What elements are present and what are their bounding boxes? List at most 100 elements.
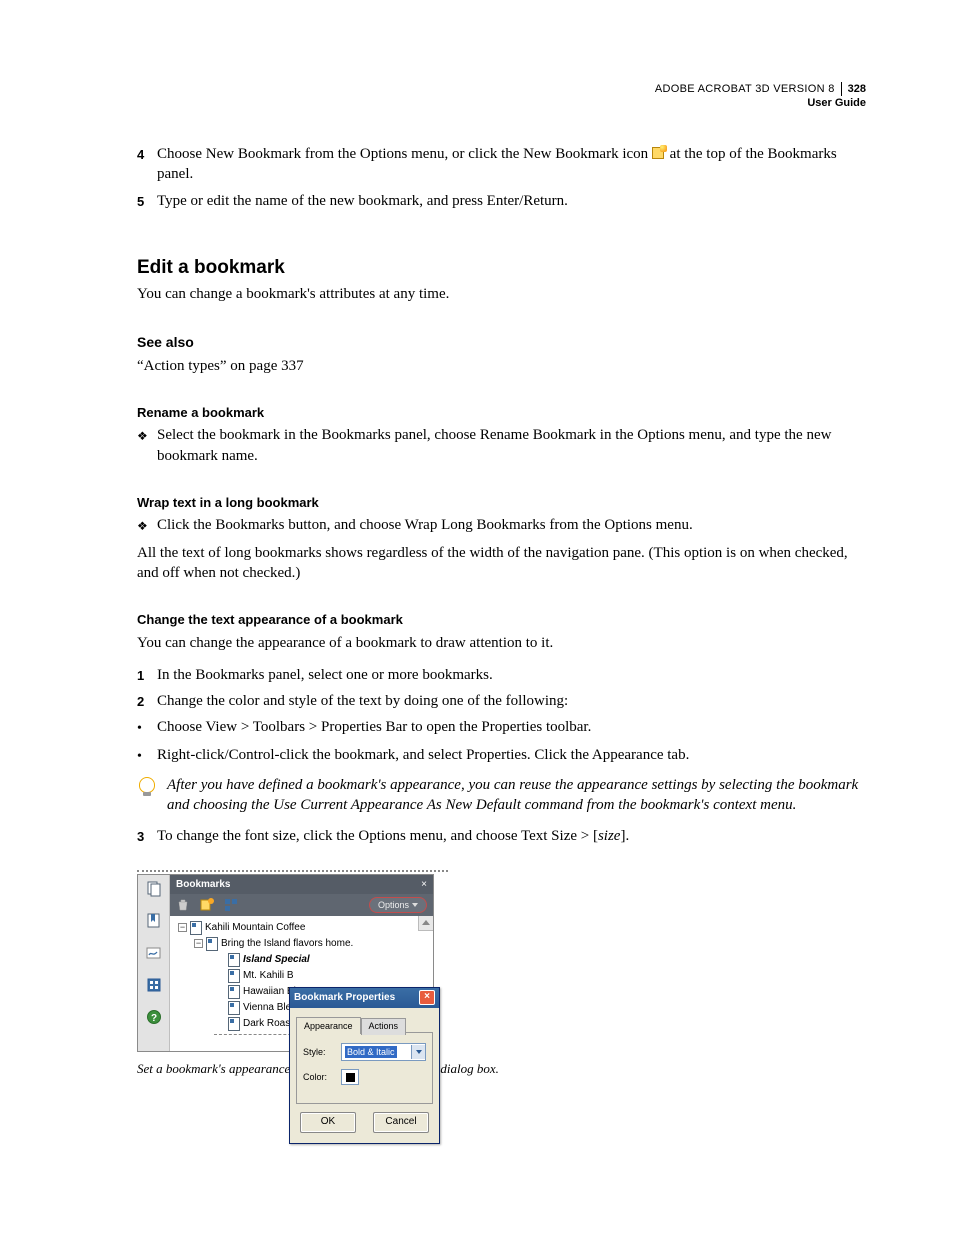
step-text: Change the color and style of the text b… <box>157 691 866 711</box>
step-1: 1 In the Bookmarks panel, select one or … <box>137 665 866 685</box>
bookmark-page-icon <box>228 1001 240 1015</box>
step-text: Choose New Bookmark from the Options men… <box>157 146 652 162</box>
bookmark-page-icon <box>228 953 240 967</box>
paragraph: You can change a bookmark's attributes a… <box>137 284 866 304</box>
panel-title: Bookmarks <box>176 878 230 892</box>
step-text-tail: ]. <box>620 828 629 844</box>
chevron-down-icon[interactable] <box>411 1045 425 1059</box>
bookmark-properties-dialog: Bookmark Properties × Appearance Actions… <box>289 987 440 1144</box>
dialog-titlebar: Bookmark Properties × <box>290 988 439 1008</box>
bookmark-page-icon <box>190 921 202 935</box>
see-also-link[interactable]: “Action types” on page 337 <box>137 356 866 376</box>
ok-button[interactable]: OK <box>300 1112 356 1133</box>
bullet-text: Choose View > Toolbars > Properties Bar … <box>157 717 866 739</box>
step-number: 3 <box>137 826 157 846</box>
bookmark-label: Island Special <box>243 953 310 967</box>
document-body: 4 Choose New Bookmark from the Options m… <box>137 144 866 1078</box>
step-2: 2 Change the color and style of the text… <box>137 691 866 711</box>
page-header: ADOBE ACROBAT 3D VERSION 8 328 User Guide <box>655 82 866 111</box>
tip-note: After you have defined a bookmark's appe… <box>137 775 866 816</box>
step-text: In the Bookmarks panel, select one or mo… <box>157 665 866 685</box>
trash-icon[interactable] <box>176 898 190 912</box>
figure-caption: Set a bookmark's appearance in the Bookm… <box>137 1060 866 1078</box>
bookmark-page-icon <box>206 937 218 951</box>
paragraph: All the text of long bookmarks shows reg… <box>137 543 866 584</box>
new-bookmark-icon <box>652 146 666 160</box>
bookmark-page-icon <box>228 1017 240 1031</box>
help-icon[interactable]: ? <box>144 1007 164 1027</box>
tab-pane-appearance: Style: Bold & Italic Color: <box>296 1032 433 1104</box>
panel-titlebar: Bookmarks × <box>170 875 433 894</box>
lightbulb-icon <box>137 775 167 816</box>
header-guide: User Guide <box>655 96 866 110</box>
step-number: 5 <box>137 191 157 211</box>
close-icon[interactable]: × <box>421 878 427 892</box>
bullet-text: Click the Bookmarks button, and choose W… <box>157 515 866 536</box>
close-icon[interactable]: × <box>419 990 435 1005</box>
bookmark-page-icon <box>228 969 240 983</box>
bullet-text: Select the bookmark in the Bookmarks pan… <box>157 425 866 466</box>
dot-bullet-icon <box>137 745 157 767</box>
bookmark-label: Kahili Mountain Coffee <box>205 921 305 935</box>
step-3: 3 To change the font size, click the Opt… <box>137 826 866 846</box>
new-bookmark-icon[interactable] <box>200 898 214 912</box>
tree-row[interactable]: − Kahili Mountain Coffee <box>172 920 431 936</box>
step-text: Type or edit the name of the new bookmar… <box>157 191 866 211</box>
cancel-button[interactable]: Cancel <box>373 1112 429 1133</box>
svg-text:?: ? <box>150 1013 156 1024</box>
bookmark-label: Hawaiian Bl <box>243 985 296 999</box>
style-combobox[interactable]: Bold & Italic <box>341 1043 426 1061</box>
bullet-text: Right-click/Control-click the bookmark, … <box>157 745 866 767</box>
panel-toolbar: Options <box>170 894 433 916</box>
diamond-bullet-item: Click the Bookmarks button, and choose W… <box>137 515 866 536</box>
signatures-icon[interactable] <box>144 943 164 963</box>
tree-row[interactable]: Island Special <box>172 952 431 968</box>
step-number: 4 <box>137 144 157 185</box>
figure-bookmark-properties: ? Bookmarks × <box>137 870 866 1078</box>
bookmark-page-icon <box>228 985 240 999</box>
diamond-bullet-icon <box>137 425 157 466</box>
style-value: Bold & Italic <box>345 1046 397 1058</box>
expand-icon[interactable] <box>224 898 238 912</box>
pages-icon[interactable] <box>144 879 164 899</box>
step-number: 2 <box>137 691 157 711</box>
header-product: ADOBE ACROBAT 3D VERSION 8 <box>655 83 835 95</box>
bookmark-label: Bring the Island flavors home. <box>221 937 353 951</box>
tab-actions[interactable]: Actions <box>361 1018 407 1035</box>
heading-edit-bookmark: Edit a bookmark <box>137 255 866 281</box>
nav-side-icons: ? <box>138 875 170 1051</box>
color-label: Color: <box>303 1071 335 1083</box>
style-label: Style: <box>303 1046 335 1058</box>
options-label: Options <box>378 899 409 911</box>
step-5: 5 Type or edit the name of the new bookm… <box>137 191 866 211</box>
heading-wrap: Wrap text in a long bookmark <box>137 494 866 512</box>
dialog-title: Bookmark Properties <box>294 991 395 1005</box>
tree-row[interactable]: Mt. Kahili B <box>172 968 431 984</box>
heading-rename: Rename a bookmark <box>137 404 866 422</box>
dot-bullet-icon <box>137 717 157 739</box>
dot-bullet-item: Right-click/Control-click the bookmark, … <box>137 745 866 767</box>
chevron-down-icon <box>412 903 418 907</box>
page-number: 328 <box>841 82 866 96</box>
dialog-tabs: Appearance Actions <box>296 1016 433 1033</box>
collapse-toggle[interactable]: − <box>194 939 203 948</box>
heading-appearance: Change the text appearance of a bookmark <box>137 611 866 629</box>
diamond-bullet-item: Select the bookmark in the Bookmarks pan… <box>137 425 866 466</box>
tab-appearance[interactable]: Appearance <box>296 1017 361 1034</box>
bookmarks-icon[interactable] <box>144 911 164 931</box>
paragraph: You can change the appearance of a bookm… <box>137 633 866 653</box>
collapse-toggle[interactable]: − <box>178 923 187 932</box>
step-4: 4 Choose New Bookmark from the Options m… <box>137 144 866 185</box>
tree-row[interactable]: − Bring the Island flavors home. <box>172 936 431 952</box>
scroll-up-button[interactable] <box>418 916 433 931</box>
color-swatch[interactable] <box>341 1069 359 1085</box>
dot-bullet-item: Choose View > Toolbars > Properties Bar … <box>137 717 866 739</box>
options-menu-button[interactable]: Options <box>369 897 427 913</box>
diamond-bullet-icon <box>137 515 157 536</box>
attachments-icon[interactable] <box>144 975 164 995</box>
bookmark-label: Dark Roast <box>243 1017 293 1031</box>
heading-see-also: See also <box>137 333 866 352</box>
tip-text: After you have defined a bookmark's appe… <box>167 775 866 816</box>
bookmark-label: Mt. Kahili B <box>243 969 294 983</box>
step-number: 1 <box>137 665 157 685</box>
